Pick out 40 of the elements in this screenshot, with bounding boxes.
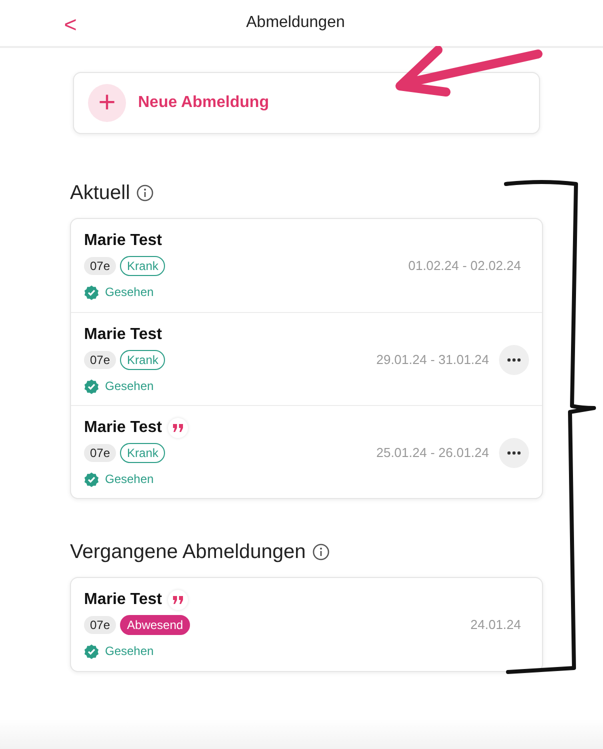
class-badge: 07e bbox=[84, 444, 116, 462]
info-icon[interactable] bbox=[312, 543, 330, 561]
date-range: 29.01.24 - 31.01.24 bbox=[376, 351, 489, 370]
class-badge: 07e bbox=[84, 257, 116, 275]
status-tag: Krank bbox=[120, 256, 166, 276]
seen-status: Gesehen bbox=[105, 471, 154, 488]
section-heading: Vergangene Abmeldungen bbox=[70, 540, 306, 565]
seen-status: Gesehen bbox=[105, 284, 154, 301]
section-heading: Aktuell bbox=[70, 181, 130, 206]
absence-entry[interactable]: Marie Test 07e Krank 25.01.24 - 26.01.24 Gesehen bbox=[71, 405, 542, 498]
more-icon bbox=[507, 358, 521, 362]
student-name: Marie Test bbox=[84, 231, 162, 251]
verified-check-icon bbox=[84, 644, 99, 658]
seen-status: Gesehen bbox=[105, 643, 154, 660]
verified-check-icon bbox=[84, 378, 99, 394]
more-icon bbox=[507, 451, 521, 455]
page-title: Abmeldungen bbox=[246, 13, 345, 33]
status-tag: Abwesend bbox=[120, 615, 190, 635]
class-badge: 07e bbox=[84, 616, 116, 634]
student-name: Marie Test bbox=[84, 590, 162, 610]
absence-entry[interactable]: Marie Test 07e Abwesend 24.01.24 Gesehen bbox=[71, 578, 542, 671]
date-range: 01.02.24 - 02.02.24 bbox=[408, 257, 521, 276]
verified-check-icon bbox=[84, 284, 99, 300]
seen-status: Gesehen bbox=[105, 378, 154, 395]
student-name: Marie Test bbox=[84, 325, 162, 345]
plus-icon: + bbox=[88, 84, 126, 122]
date-range: 25.01.24 - 26.01.24 bbox=[376, 444, 489, 462]
verified-check-icon bbox=[84, 472, 99, 486]
class-badge: 07e bbox=[84, 351, 116, 369]
more-button[interactable] bbox=[499, 345, 529, 375]
date-range: 24.01.24 bbox=[470, 616, 521, 634]
more-button[interactable] bbox=[499, 438, 529, 468]
status-tag: Krank bbox=[120, 443, 166, 463]
student-name: Marie Test bbox=[84, 418, 162, 438]
absence-entry[interactable]: Marie Test 07e Krank 01.02.24 - 02.02.24 Gesehen bbox=[71, 219, 542, 312]
status-tag: Krank bbox=[120, 350, 166, 370]
new-absence-button[interactable]: + Neue Abmeldung bbox=[73, 72, 540, 134]
info-icon[interactable] bbox=[136, 184, 154, 202]
absence-entry[interactable]: Marie Test 07e Krank 29.01.24 - 31.01.24 Gesehen bbox=[71, 312, 542, 405]
back-button[interactable]: < bbox=[64, 8, 77, 41]
